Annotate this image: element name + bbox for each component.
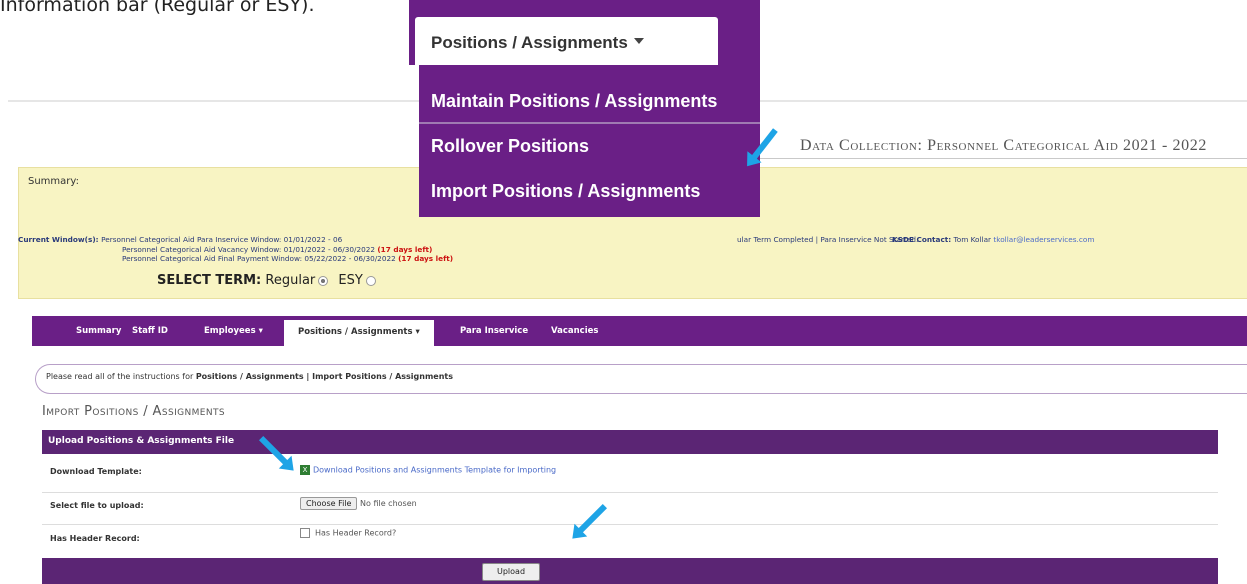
- import-section-title: Import Positions / Assignments: [42, 404, 226, 419]
- main-nav-bar: Summary Staff ID Employees ▾ Positions /…: [32, 316, 1247, 346]
- select-term: SELECT TERM: Regular ESY: [157, 273, 382, 288]
- window-line-3-text: Personnel Categorical Aid Final Payment …: [122, 254, 396, 263]
- nav-positions-assignments[interactable]: Positions / Assignments ▾: [284, 320, 434, 346]
- excel-file-icon: X: [300, 465, 310, 475]
- header-record-checkbox[interactable]: [300, 528, 310, 538]
- select-term-label: SELECT TERM:: [157, 273, 262, 288]
- header-record-row: [42, 524, 1218, 548]
- esy-radio[interactable]: [365, 275, 376, 286]
- menu-divider: [419, 122, 760, 124]
- download-template-link[interactable]: X Download Positions and Assignments Temp…: [300, 465, 556, 475]
- nav-employees[interactable]: Employees ▾: [204, 316, 263, 346]
- select-file-row: [42, 492, 1218, 516]
- title-underline: [736, 158, 1247, 159]
- choose-file-button[interactable]: Choose File: [300, 497, 358, 510]
- term-option-esy: ESY: [338, 273, 363, 288]
- data-collection-title: Data Collection: Personnel Categorical A…: [800, 137, 1207, 154]
- current-window-label: Current Window(s): Personnel Categorical…: [18, 235, 342, 244]
- days-left-badge: (17 days left): [398, 254, 454, 263]
- header-record-label: Has Header Record:: [50, 534, 140, 543]
- document-caption: Information bar (Regular or ESY).: [0, 0, 315, 16]
- menu-item-import-positions[interactable]: Import Positions / Assignments: [431, 181, 700, 202]
- header-record-checkbox-label: Has Header Record?: [315, 528, 397, 538]
- ksde-contact: KSDE Contact: Tom Kollar tkollar@leaders…: [892, 235, 1094, 244]
- window-line-2-text: Personnel Categorical Aid Vacancy Window…: [122, 245, 376, 254]
- upload-footer-bar: [42, 558, 1218, 584]
- menu-item-maintain-positions[interactable]: Maintain Positions / Assignments: [431, 91, 717, 112]
- download-template-row: [42, 460, 1218, 484]
- contact-label: KSDE Contact:: [892, 235, 952, 244]
- contact-email-link[interactable]: tkollar@leaderservices.com: [993, 235, 1094, 244]
- nav-vacancies[interactable]: Vacancies: [551, 316, 598, 346]
- upload-button[interactable]: Upload: [482, 563, 540, 581]
- download-link-text[interactable]: Download Positions and Assignments Templ…: [313, 466, 556, 475]
- download-template-label: Download Template:: [50, 467, 142, 476]
- caret-down-icon: [633, 37, 644, 44]
- summary-label: Summary:: [28, 176, 79, 187]
- positions-dropdown-menu: Maintain Positions / Assignments Rollove…: [419, 65, 760, 217]
- window-line-3: Personnel Categorical Aid Final Payment …: [122, 254, 453, 263]
- upload-panel-title: Upload Positions & Assignments File: [48, 436, 235, 446]
- contact-name: Tom Kollar: [953, 235, 992, 244]
- term-option-regular: Regular: [265, 273, 316, 288]
- menu-item-rollover-positions[interactable]: Rollover Positions: [431, 136, 589, 157]
- tab-label-text: Positions / Assignments: [431, 33, 628, 52]
- instructions-text: Please read all of the instructions for …: [46, 372, 453, 381]
- nav-para-inservice[interactable]: Para Inservice: [460, 316, 528, 346]
- current-window-label-text: Current Window(s):: [18, 235, 99, 244]
- file-input: Choose File No file chosen: [300, 497, 417, 510]
- window-line-2: Personnel Categorical Aid Vacancy Window…: [122, 245, 432, 254]
- positions-assignments-tab-label: Positions / Assignments: [431, 33, 644, 53]
- regular-radio[interactable]: [318, 275, 329, 286]
- select-file-label: Select file to upload:: [50, 501, 144, 510]
- nav-summary[interactable]: Summary: [76, 316, 121, 346]
- no-file-chosen-text: No file chosen: [360, 499, 417, 508]
- instructions-prefix: Please read all of the instructions for: [46, 372, 196, 381]
- nav-staff-id[interactable]: Staff ID: [132, 316, 168, 346]
- window-line-1: Personnel Categorical Aid Para Inservice…: [101, 235, 343, 244]
- header-record-checkbox-group: Has Header Record?: [300, 528, 396, 538]
- days-left-badge: (17 days left): [377, 245, 433, 254]
- instructions-link[interactable]: Positions / Assignments | Import Positio…: [196, 372, 453, 381]
